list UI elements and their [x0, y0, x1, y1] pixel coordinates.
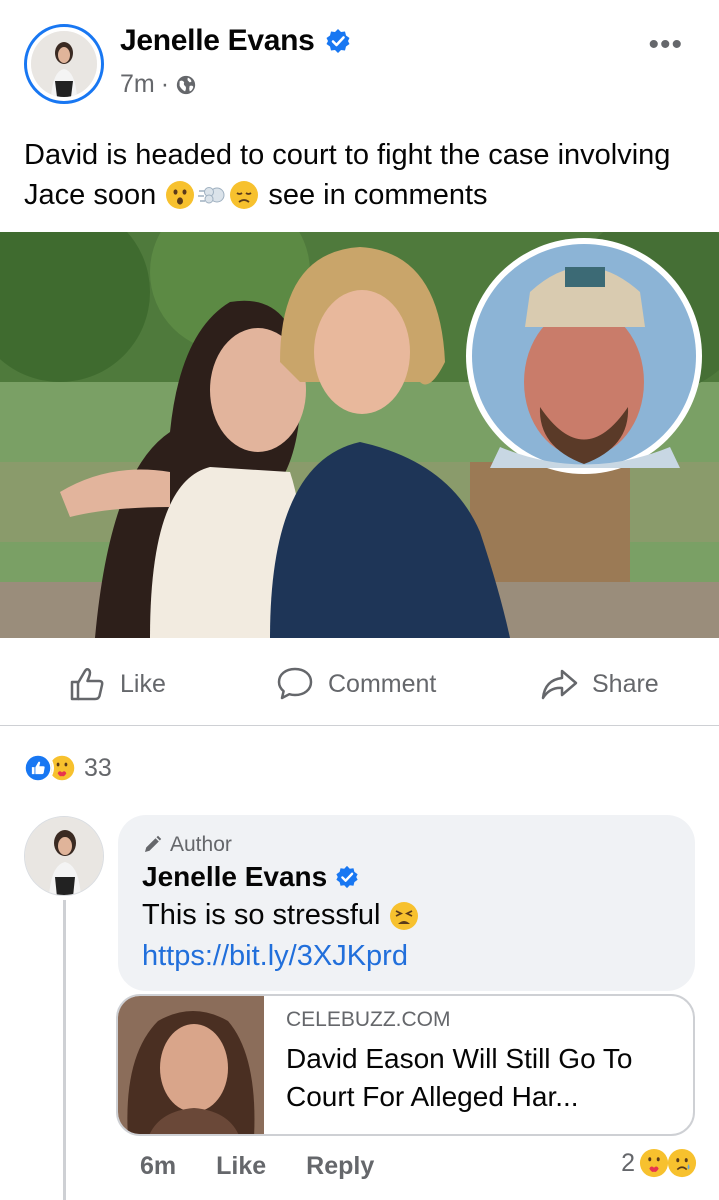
author-label-text: Author [170, 833, 232, 856]
comment-bubble: Author Jenelle Evans This is so stressfu… [118, 815, 695, 991]
comment-author-row: Jenelle Evans [142, 861, 359, 893]
author-name-row: Jenelle Evans [120, 24, 351, 58]
comment-link[interactable]: https://bit.ly/3XJKprd [142, 940, 408, 973]
verified-badge-icon [336, 865, 358, 889]
reactions-summary[interactable]: 33 [22, 752, 112, 784]
link-domain: CELEBUZZ.COM [286, 1008, 451, 1031]
comment-author-name[interactable]: Jenelle Evans [142, 861, 327, 893]
comment-like-button[interactable]: Like [216, 1152, 266, 1181]
comment-text: This is so stressful [142, 899, 419, 932]
globe-icon [176, 75, 196, 94]
caption-text-end: see in comments [268, 179, 488, 211]
hushed-face-icon [166, 181, 195, 209]
thumbs-up-icon [70, 667, 104, 701]
care-reaction-icon [639, 1148, 669, 1178]
verified-badge-icon [326, 29, 350, 53]
author-name[interactable]: Jenelle Evans [120, 24, 315, 58]
share-label: Share [592, 669, 659, 698]
dash-puff-icon [198, 187, 225, 204]
post-header: Jenelle Evans 7m · ••• [0, 0, 719, 120]
share-button[interactable]: Share [540, 665, 659, 703]
disappointed-face-icon [230, 181, 259, 209]
like-button[interactable]: Like [68, 665, 166, 703]
sad-reaction-icon [667, 1148, 697, 1178]
thread-line [63, 900, 66, 1200]
comment-bubble-icon [277, 667, 313, 700]
tired-face-icon [389, 901, 418, 930]
like-label: Like [120, 669, 166, 698]
meta-separator: · [160, 70, 170, 98]
comment-reaction-count: 2 [621, 1148, 635, 1177]
pen-icon [145, 835, 162, 852]
comment-footer: 6m Like Reply [140, 1152, 374, 1181]
avatar-photo [31, 31, 97, 97]
comment-button[interactable]: Comment [276, 665, 436, 703]
author-label: Author [142, 833, 232, 857]
post-time[interactable]: 7m [120, 70, 155, 99]
link-preview-thumbnail [118, 996, 264, 1134]
comment-reply-button[interactable]: Reply [306, 1152, 374, 1181]
comment-text-content: This is so stressful [142, 899, 381, 931]
post-photo[interactable] [0, 232, 719, 638]
like-reaction-icon [22, 752, 54, 784]
comment-reactions[interactable]: 2 [621, 1148, 697, 1178]
post-meta: 7m · [120, 70, 197, 99]
post-actions: Like Comment Share [0, 640, 719, 726]
share-arrow-icon [541, 669, 578, 700]
comment-time[interactable]: 6m [140, 1152, 176, 1181]
link-preview-card[interactable]: CELEBUZZ.COM David Eason Will Still Go T… [116, 994, 695, 1136]
link-title: David Eason Will Still Go To Court For A… [286, 1043, 633, 1112]
comment-label: Comment [328, 669, 437, 698]
author-avatar[interactable] [24, 24, 104, 104]
post-caption: David is headed to court to fight the ca… [24, 135, 694, 215]
commenter-avatar[interactable] [24, 816, 104, 896]
more-options-icon[interactable]: ••• [648, 30, 683, 60]
reaction-count: 33 [84, 753, 112, 782]
